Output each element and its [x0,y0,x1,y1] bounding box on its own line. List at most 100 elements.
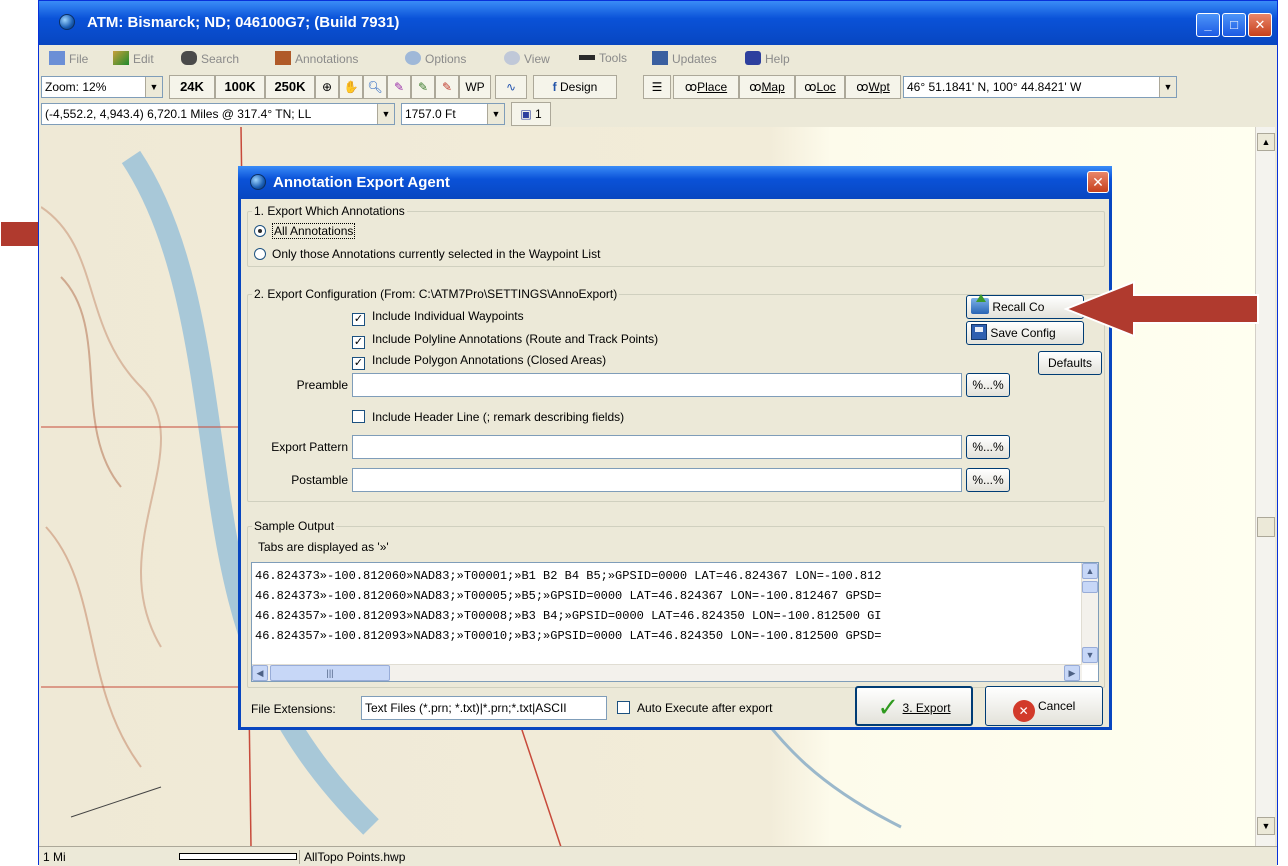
postamble-input[interactable] [352,468,962,492]
menu-edit[interactable]: Edit [113,51,154,66]
profile-icon[interactable]: ∿ [495,75,527,99]
sample-output-box[interactable]: 46.824373»-100.812060»NAD83;»T00001;»B1 … [251,562,1099,682]
edit-icon [113,51,129,65]
map-search-button[interactable]: ꝏMap [739,75,795,99]
postamble-macro-button[interactable]: %...% [966,468,1010,492]
coords-value: 46° 51.1841' N, 100° 44.8421' W [907,80,1082,94]
include-waypoints-checkbox[interactable]: ✓ Include Individual Waypoints [352,309,524,326]
scale-100k-button[interactable]: 100K [215,75,265,99]
distance-value: (-4,552.2, 4,943.4) 6,720.1 Miles @ 317.… [45,107,312,121]
scroll-up-icon[interactable]: ▲ [1082,563,1098,579]
place-label: Place [697,80,728,94]
scale-250k-button[interactable]: 250K [265,75,315,99]
export-pattern-input[interactable] [352,435,962,459]
scroll-up-icon[interactable]: ▲ [1257,133,1275,151]
checkbox-label: Include Header Line (; remark describing… [372,410,625,424]
marker-icon[interactable]: ✎ [435,75,459,99]
radio-all-annotations[interactable]: All Annotations [254,223,356,239]
scroll-down-icon[interactable]: ▼ [1082,647,1098,663]
preamble-macro-button[interactable]: %...% [966,373,1010,397]
scroll-right-icon[interactable]: ▶ [1064,665,1080,681]
save-disk-icon [971,324,987,340]
binoculars-icon: ꝏ [749,80,762,94]
defaults-button[interactable]: Defaults [1038,351,1102,375]
cancel-button[interactable]: ✕ Cancel [985,686,1103,726]
radio-selected-icon [254,225,266,237]
sample-horizontal-scrollbar[interactable]: ◀ ||| ▶ [252,664,1082,681]
scroll-thumb[interactable] [1082,581,1098,593]
status-bar: 1 Mi AllTopo Points.hwp [39,846,1277,866]
scroll-down-icon[interactable]: ▼ [1257,817,1275,835]
place-search-button[interactable]: ꝏPlace [673,75,739,99]
app-globe-icon [250,174,266,190]
loc-search-button[interactable]: ꝏLoc [795,75,845,99]
export-pattern-macro-button[interactable]: %...% [966,435,1010,459]
wp-button[interactable]: WP [459,75,491,99]
design-button[interactable]: f Design [533,75,617,99]
toolbar-row-2: (-4,552.2, 4,943.4) 6,720.1 Miles @ 317.… [39,101,1277,127]
include-polyline-checkbox[interactable]: ✓ Include Polyline Annotations (Route and… [352,332,658,349]
chevron-down-icon: ▼ [1159,77,1176,97]
wpt-label: Wpt [868,80,890,94]
close-window-button[interactable]: ✕ [1248,13,1272,37]
scale-bar [179,853,297,860]
dialog-close-button[interactable]: ✕ [1087,171,1109,193]
checkmark-icon: ✓ [352,313,365,326]
toolbar-row-1: Zoom: 12% ▼ 24K 100K 250K ⊕ ✋ 🔍︎ ✎ ✎ ✎ WP… [39,73,1277,101]
help-book-icon [745,51,761,65]
design-label: Design [559,80,598,94]
menu-help[interactable]: Help [745,51,790,66]
scroll-thumb[interactable] [1257,517,1275,537]
menu-label: File [69,52,89,66]
include-polygon-checkbox[interactable]: ✓ Include Polygon Annotations (Closed Are… [352,353,606,370]
auto-execute-checkbox[interactable]: Auto Execute after export [617,701,772,715]
menu-annotations[interactable]: Annotations [275,51,358,66]
binoculars-icon [181,51,197,65]
title-bar: ATM: Bismarck; ND; 046100G7; (Build 7931… [39,1,1277,45]
hand-pan-icon[interactable]: ✋ [339,75,363,99]
preamble-input[interactable] [352,373,962,397]
sample-vertical-scrollbar[interactable]: ▲ ▼ [1081,563,1098,665]
radio-selected-annotations[interactable]: Only those Annotations currently selecte… [254,247,600,261]
layer-count-button[interactable]: ▣ 1 [511,102,551,126]
checkbox-icon [617,701,630,714]
pencil-icon[interactable]: ✎ [387,75,411,99]
chevron-down-icon: ▼ [487,104,504,124]
crosshair-icon[interactable]: ⊕ [315,75,339,99]
file-extensions-input[interactable]: Text Files (*.prn; *.txt)|*.prn;*.txt|AS… [361,696,607,720]
maximize-button[interactable]: □ [1222,13,1246,37]
chevron-down-icon: ▼ [377,104,394,124]
menu-tools[interactable]: Tools [579,51,627,65]
menu-bar: File Edit Search Annotations Options Vie… [39,45,1277,71]
coords-combo[interactable]: 46° 51.1841' N, 100° 44.8421' W ▼ [903,76,1177,98]
radio-label: All Annotations [272,223,356,239]
radio-label: Only those Annotations currently selecte… [272,247,601,261]
radio-icon [254,248,266,260]
zoom-icon[interactable]: 🔍︎ [363,75,387,99]
menu-search[interactable]: Search [181,51,239,66]
save-config-label: Save Config [990,326,1056,340]
pencil-alt-icon[interactable]: ✎ [411,75,435,99]
annotation-export-dialog: Annotation Export Agent ✕ 1. Export Whic… [238,166,1112,730]
status-scale: 1 Mi [43,850,66,864]
menu-updates[interactable]: Updates [652,51,717,66]
chevron-down-icon: ▼ [145,77,162,97]
map-vertical-scrollbar[interactable]: ▲ ▼ [1255,127,1275,847]
scroll-left-icon[interactable]: ◀ [252,665,268,681]
tools-icon [579,55,595,60]
include-header-checkbox[interactable]: Include Header Line (; remark describing… [352,410,624,424]
scroll-thumb[interactable]: ||| [270,665,390,681]
distance-combo[interactable]: (-4,552.2, 4,943.4) 6,720.1 Miles @ 317.… [41,103,395,125]
menu-view[interactable]: View [504,51,550,66]
scale-24k-button[interactable]: 24K [169,75,215,99]
elevation-combo[interactable]: 1757.0 Ft ▼ [401,103,505,125]
menu-file[interactable]: File [49,51,88,66]
layers-icon[interactable]: ☰ [643,75,671,99]
menu-options[interactable]: Options [405,51,466,66]
minimize-button[interactable]: _ [1196,13,1220,37]
export-button[interactable]: ✓ 3. Export [855,686,973,726]
wpt-search-button[interactable]: ꝏWpt [845,75,901,99]
export-config-group: 2. Export Configuration (From: C:\ATM7Pr… [247,287,1105,502]
zoom-combo[interactable]: Zoom: 12% ▼ [41,76,163,98]
updates-icon [652,51,668,65]
